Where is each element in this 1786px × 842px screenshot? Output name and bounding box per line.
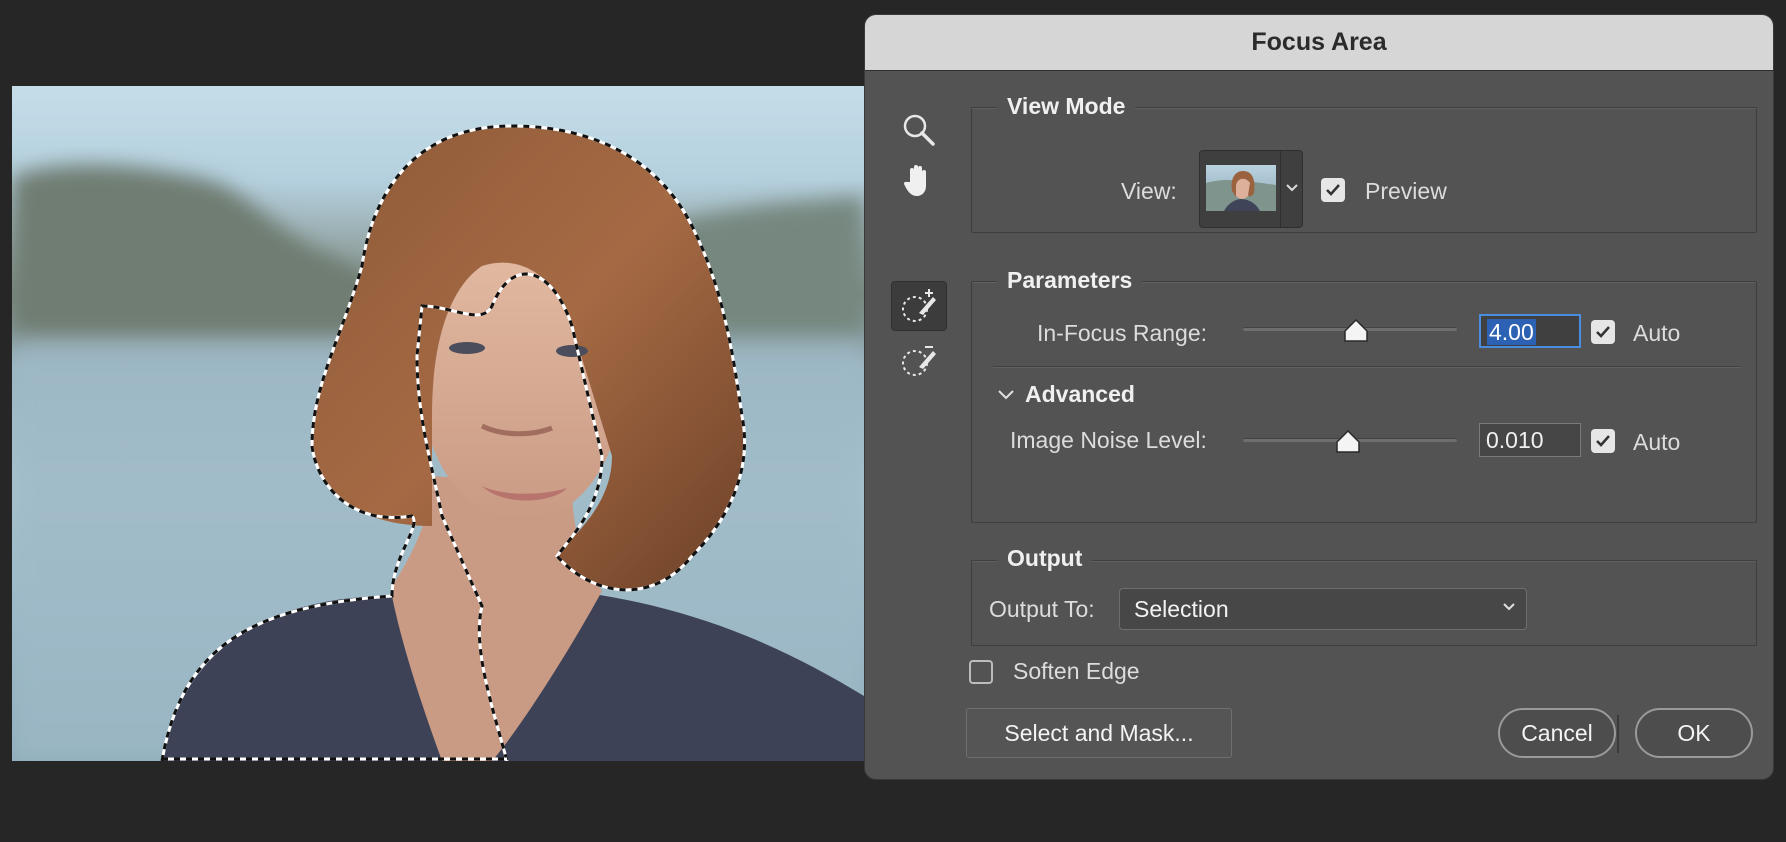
chevron-down-icon bbox=[1286, 184, 1298, 192]
select-and-mask-button[interactable]: Select and Mask... bbox=[966, 708, 1232, 758]
chevron-down-icon bbox=[998, 389, 1014, 399]
image-noise-level-label: Image Noise Level: bbox=[1010, 427, 1207, 453]
focus-area-dialog: Focus Area View Mode View: Preview Param… bbox=[864, 14, 1774, 780]
focus-area-subtract-icon bbox=[902, 346, 936, 376]
checkmark-icon bbox=[1596, 435, 1610, 447]
focus-area-add-icon bbox=[902, 289, 936, 322]
in-focus-range-auto-label: Auto bbox=[1633, 320, 1681, 346]
output-to-label: Output To: bbox=[989, 596, 1095, 622]
ok-button[interactable]: OK bbox=[1635, 708, 1753, 758]
in-focus-range-auto-checkbox[interactable] bbox=[1591, 320, 1615, 344]
cancel-button[interactable]: Cancel bbox=[1498, 708, 1616, 758]
dialog-title: Focus Area bbox=[1251, 28, 1387, 56]
parameters-title: Parameters bbox=[997, 267, 1143, 294]
focus-area-add-tool-button[interactable] bbox=[891, 281, 947, 331]
image-noise-level-auto-label: Auto bbox=[1633, 429, 1681, 455]
preview-label: Preview bbox=[1365, 178, 1447, 204]
preview-checkbox[interactable] bbox=[1321, 178, 1345, 202]
image-canvas[interactable] bbox=[12, 86, 864, 761]
soften-edge-checkbox[interactable] bbox=[969, 660, 993, 684]
focus-area-subtract-tool-button[interactable] bbox=[891, 335, 947, 385]
image-noise-level-input[interactable]: 0.010 bbox=[1479, 423, 1581, 457]
advanced-label: Advanced bbox=[1025, 381, 1135, 407]
soften-edge-label: Soften Edge bbox=[1013, 658, 1140, 684]
hand-icon bbox=[903, 165, 926, 196]
image-noise-level-auto-checkbox[interactable] bbox=[1591, 429, 1615, 453]
in-focus-range-input[interactable]: 4.00 bbox=[1479, 314, 1581, 348]
output-title: Output bbox=[997, 545, 1093, 572]
view-thumbnail-dropdown[interactable] bbox=[1199, 150, 1303, 228]
view-thumbnail bbox=[1206, 165, 1276, 211]
zoom-tool-button[interactable] bbox=[891, 105, 947, 155]
in-focus-range-label: In-Focus Range: bbox=[1037, 320, 1208, 346]
checkmark-icon bbox=[1596, 326, 1610, 338]
chevron-down-icon bbox=[1503, 603, 1515, 611]
checkmark-icon bbox=[1326, 184, 1340, 196]
magnifier-icon bbox=[903, 114, 935, 146]
view-label: View: bbox=[1121, 178, 1177, 204]
advanced-disclosure[interactable]: Advanced bbox=[997, 381, 1135, 408]
dialog-titlebar[interactable]: Focus Area bbox=[865, 15, 1773, 71]
portrait-photo bbox=[12, 124, 864, 761]
hand-tool-button[interactable] bbox=[891, 155, 947, 205]
output-to-select[interactable]: Selection bbox=[1119, 588, 1527, 630]
in-focus-range-slider-thumb[interactable] bbox=[1343, 319, 1369, 343]
button-separator bbox=[1617, 715, 1619, 753]
image-noise-level-slider-thumb[interactable] bbox=[1335, 430, 1361, 454]
view-mode-group bbox=[971, 107, 1757, 233]
view-mode-title: View Mode bbox=[997, 93, 1136, 120]
parameters-divider bbox=[993, 366, 1741, 367]
